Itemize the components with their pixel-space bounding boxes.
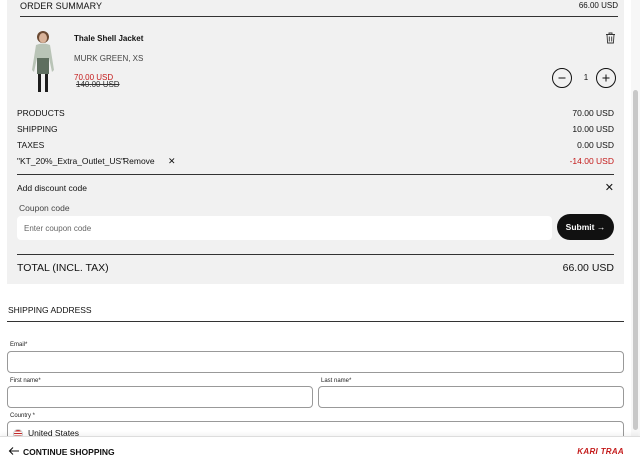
divider bbox=[17, 254, 614, 255]
brand-logo[interactable]: KARI TRAA bbox=[577, 447, 624, 456]
bottom-bar: CONTINUE SHOPPING KARI TRAA bbox=[0, 436, 640, 466]
last-name-label: Last name* bbox=[321, 378, 352, 384]
taxes-label: TAXES bbox=[17, 140, 45, 150]
divider bbox=[17, 174, 614, 175]
close-icon[interactable]: ✕ bbox=[605, 181, 614, 194]
first-name-label: First name* bbox=[10, 378, 41, 384]
shipping-value: 10.00 USD bbox=[572, 124, 614, 134]
coupon-label: Coupon code bbox=[19, 203, 70, 213]
products-label: PRODUCTS bbox=[17, 108, 65, 118]
close-icon[interactable]: ✕ bbox=[168, 156, 176, 167]
summary-header: ORDER SUMMARY 66.00 USD bbox=[20, 0, 618, 17]
discount-value: -14.00 USD bbox=[569, 156, 614, 166]
last-name-field[interactable] bbox=[318, 386, 624, 408]
product-image[interactable] bbox=[27, 28, 59, 94]
quantity-increase-button[interactable] bbox=[596, 68, 616, 88]
country-label: Country * bbox=[10, 413, 36, 419]
email-label: Email* bbox=[10, 342, 28, 348]
quantity-decrease-button[interactable] bbox=[552, 68, 572, 88]
scrollbar-thumb[interactable] bbox=[633, 90, 638, 430]
taxes-value: 0.00 USD bbox=[577, 140, 614, 150]
total-label: TOTAL (INCL. TAX) bbox=[17, 262, 109, 274]
arrow-left-icon[interactable] bbox=[8, 446, 20, 456]
shipping-label: SHIPPING bbox=[17, 124, 58, 134]
plus-icon bbox=[602, 74, 610, 82]
product-original-price: 140.00 USD bbox=[76, 80, 120, 89]
continue-shopping-link[interactable]: CONTINUE SHOPPING bbox=[23, 447, 115, 457]
divider bbox=[7, 321, 624, 322]
add-discount-title[interactable]: Add discount code bbox=[17, 183, 87, 193]
email-field[interactable] bbox=[7, 351, 624, 373]
summary-header-total: 66.00 USD bbox=[578, 1, 618, 10]
submit-coupon-button[interactable]: Submit → bbox=[557, 214, 614, 240]
total-value: 66.00 USD bbox=[562, 262, 614, 274]
first-name-field[interactable] bbox=[7, 386, 313, 408]
shipping-address-title: SHIPPING ADDRESS bbox=[8, 305, 92, 315]
order-summary-card: ORDER SUMMARY 66.00 USD Thale Shell Jack… bbox=[7, 0, 624, 284]
products-value: 70.00 USD bbox=[572, 108, 614, 118]
quantity-value: 1 bbox=[583, 73, 589, 82]
product-variant: MURK GREEN, XS bbox=[74, 54, 144, 63]
product-name[interactable]: Thale Shell Jacket bbox=[74, 34, 143, 43]
minus-icon bbox=[558, 77, 566, 79]
trash-icon[interactable] bbox=[605, 32, 616, 44]
discount-code: "KT_20%_Extra_Outlet_US" bbox=[17, 156, 125, 166]
coupon-input[interactable] bbox=[17, 216, 552, 240]
remove-discount-link[interactable]: Remove bbox=[123, 156, 155, 166]
summary-title: ORDER SUMMARY bbox=[20, 1, 103, 11]
